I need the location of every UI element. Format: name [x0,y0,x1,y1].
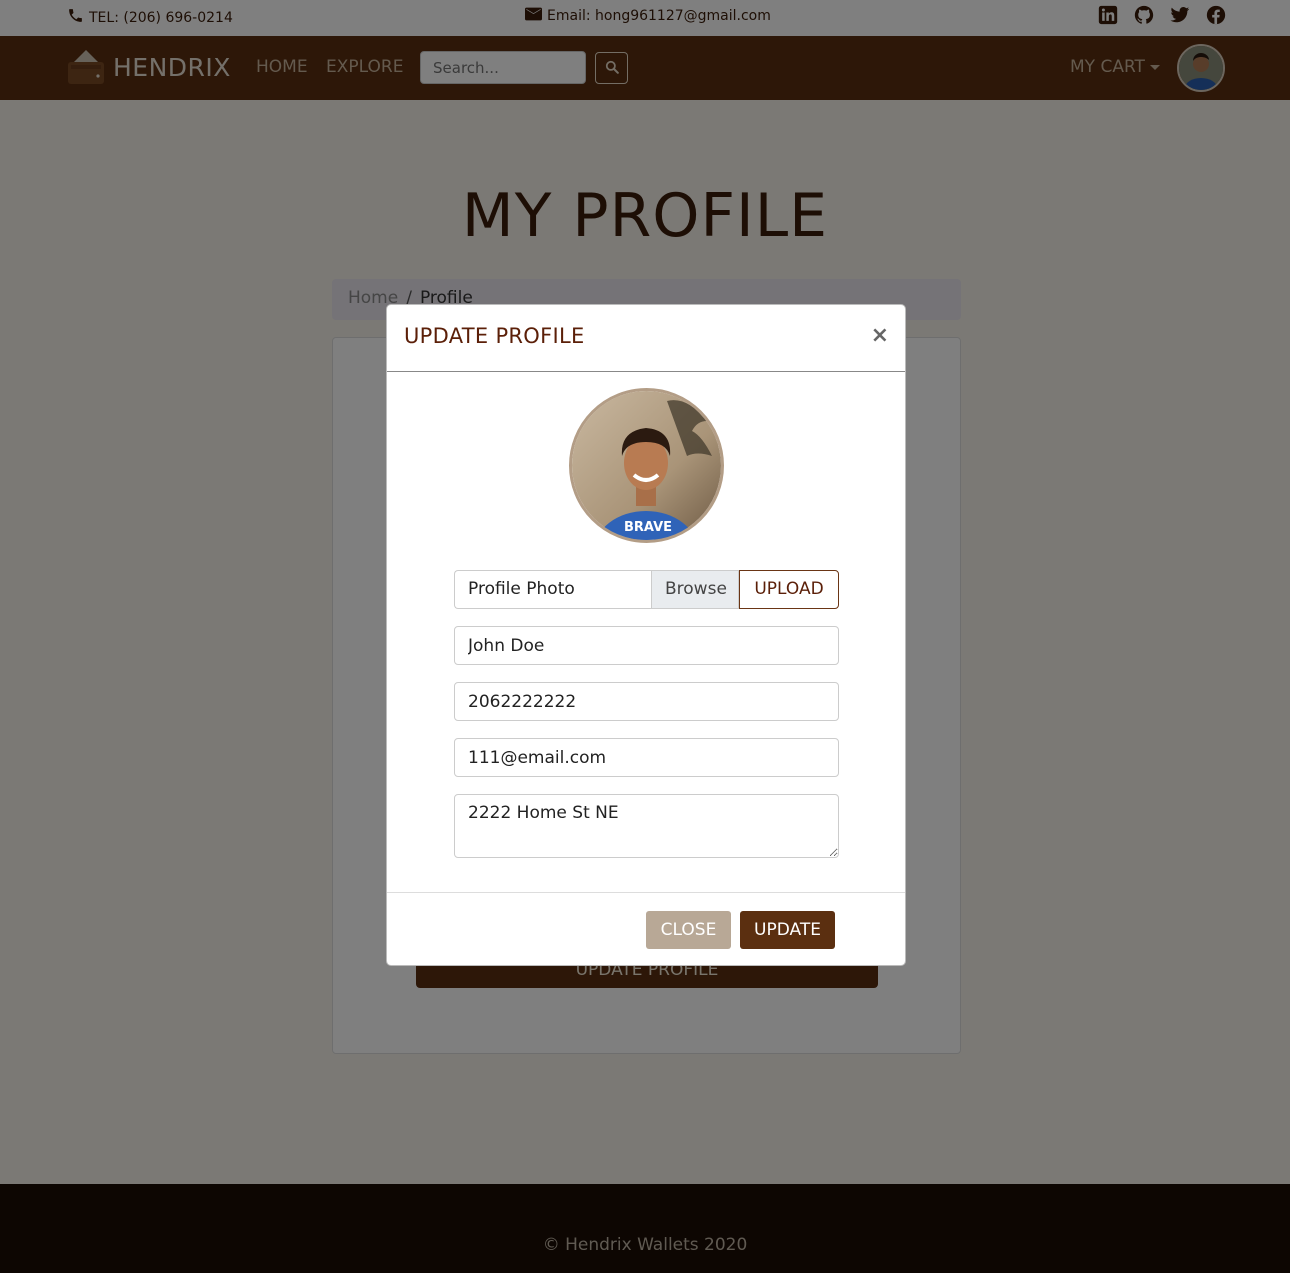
phone-field[interactable] [454,682,839,721]
modal-footer: CLOSE UPDATE [387,892,905,966]
close-icon[interactable]: × [871,323,889,348]
profile-photo-file-input[interactable]: Profile Photo [454,570,651,609]
address-field[interactable]: 2222 Home St NE [454,794,839,858]
shirt-print: BRAVE [624,520,672,535]
name-field[interactable] [454,626,839,665]
email-field[interactable] [454,738,839,777]
modal-title: UPDATE PROFILE [404,324,585,348]
profile-photo-file-group: Profile Photo Browse UPLOAD [454,570,839,609]
update-profile-modal: UPDATE PROFILE × BRAVE Profile Photo Bro… [386,304,906,966]
update-button[interactable]: UPDATE [740,911,835,949]
close-button[interactable]: CLOSE [646,911,731,949]
profile-photo: BRAVE [569,388,724,543]
browse-button[interactable]: Browse [651,570,739,609]
upload-button[interactable]: UPLOAD [739,570,839,609]
modal-header: UPDATE PROFILE × [387,305,905,372]
